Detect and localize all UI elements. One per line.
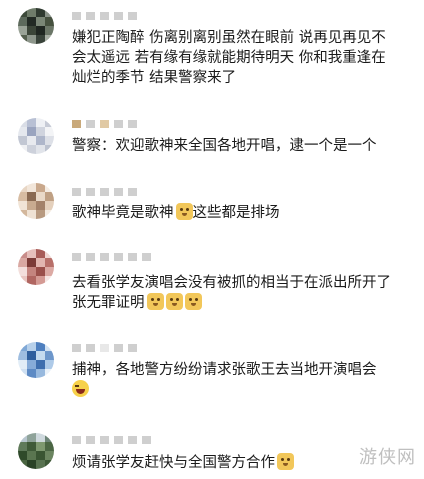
doge-emoji-icon bbox=[184, 293, 202, 310]
comment-text: 歌神毕竟是歌神 这些都是排场 bbox=[72, 203, 410, 223]
comment-text: 嫌犯正陶醉 伤离别离别虽然在眼前 说再见再见不 会太遥远 若有缘有缘就能期待明天… bbox=[72, 28, 410, 88]
comment-segment: 烦请张学友赶快与全国警方合作 bbox=[72, 455, 275, 471]
comment-line: 捕神，各地警方纷纷请求张歌王去当地开演唱会 bbox=[72, 362, 377, 378]
laugh-emoji-icon bbox=[72, 380, 89, 397]
username-blurred bbox=[72, 188, 137, 196]
doge-emoji-icon bbox=[277, 453, 294, 470]
comment-segment: 歌神毕竟是歌神 bbox=[72, 205, 174, 221]
comment-line: 歌神毕竟是歌神 这些都是排场 bbox=[72, 203, 410, 223]
comment-line: 灿烂的季节 结果警察来了 bbox=[72, 70, 237, 86]
comment-line: 张无罪证明 bbox=[72, 293, 410, 313]
doge-emoji-icon bbox=[165, 293, 183, 310]
comment-line: 会太遥远 若有缘有缘就能期待明天 你和我重逢在 bbox=[72, 50, 386, 66]
username-blurred bbox=[72, 12, 137, 20]
doge-emoji-icon bbox=[175, 203, 193, 220]
comment-segment: 这些都是排场 bbox=[192, 205, 280, 221]
avatar[interactable] bbox=[18, 183, 54, 219]
comment-line bbox=[72, 380, 410, 400]
comment-line: 去看张学友演唱会没有被抓的相当于在派出所开了 bbox=[72, 275, 391, 291]
avatar[interactable] bbox=[18, 433, 54, 469]
comment-text: 去看张学友演唱会没有被抓的相当于在派出所开了 张无罪证明 bbox=[72, 273, 410, 313]
username-blurred bbox=[72, 120, 137, 128]
avatar[interactable] bbox=[18, 118, 54, 154]
site-watermark: 游侠网 bbox=[359, 447, 416, 468]
comment-line: 嫌犯正陶醉 伤离别离别虽然在眼前 说再见再见不 bbox=[72, 30, 386, 46]
doge-emoji-icon bbox=[146, 293, 164, 310]
comment-feed: 嫌犯正陶醉 伤离别离别虽然在眼前 说再见再见不 会太遥远 若有缘有缘就能期待明天… bbox=[0, 0, 424, 479]
username-blurred bbox=[72, 344, 137, 352]
comment-text: 捕神，各地警方纷纷请求张歌王去当地开演唱会 bbox=[72, 360, 410, 400]
username-blurred bbox=[72, 436, 151, 444]
username-blurred bbox=[72, 253, 151, 261]
comment-line: 警察：欢迎歌神来全国各地开唱，逮一个是一个 bbox=[72, 138, 377, 154]
comment-segment: 张无罪证明 bbox=[72, 295, 145, 311]
comment-text: 警察：欢迎歌神来全国各地开唱，逮一个是一个 bbox=[72, 136, 410, 156]
avatar[interactable] bbox=[18, 249, 54, 285]
avatar[interactable] bbox=[18, 342, 54, 378]
avatar[interactable] bbox=[18, 8, 54, 44]
